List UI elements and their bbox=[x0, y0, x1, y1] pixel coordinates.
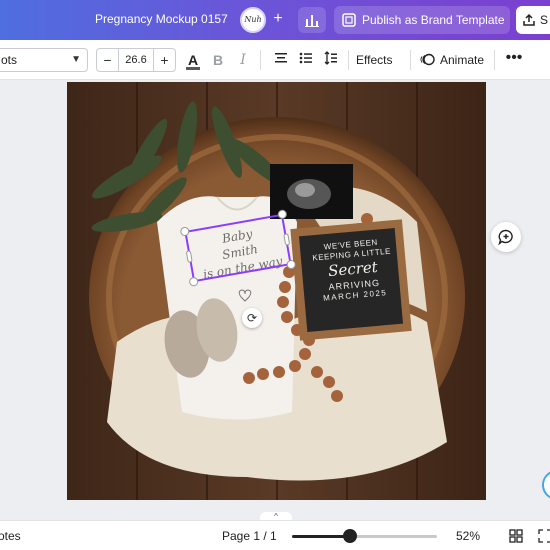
publish-label: Publish as Brand Template bbox=[362, 13, 505, 27]
font-size-stepper: − 26.6 + bbox=[96, 48, 176, 72]
italic-button[interactable]: I bbox=[235, 49, 251, 71]
font-family-dropdown[interactable]: ots ▼ bbox=[0, 48, 88, 72]
align-center-button[interactable] bbox=[272, 49, 290, 71]
comment-plus-icon bbox=[498, 229, 513, 245]
align-center-icon bbox=[275, 53, 287, 63]
top-header-bar: Pregnancy Mockup 0157 Nuh + Publish as B… bbox=[0, 0, 550, 40]
more-options-button[interactable]: ••• bbox=[503, 49, 525, 71]
zoom-slider-fill bbox=[292, 535, 350, 538]
share-label: S bbox=[540, 13, 549, 27]
fullscreen-icon[interactable] bbox=[538, 529, 550, 543]
page-indicator[interactable]: Page 1 / 1 bbox=[222, 529, 277, 543]
font-size-decrease-button[interactable]: − bbox=[97, 49, 119, 71]
animate-icon bbox=[420, 53, 435, 66]
notes-button[interactable]: otes bbox=[0, 529, 21, 543]
bottom-bar: otes Page 1 / 1 52% bbox=[0, 520, 550, 550]
resize-handle-left[interactable] bbox=[185, 250, 193, 263]
zoom-slider[interactable] bbox=[292, 529, 437, 543]
add-comment-button[interactable] bbox=[491, 222, 521, 252]
bar-chart-icon bbox=[305, 15, 319, 27]
animate-button[interactable]: Animate bbox=[420, 49, 484, 71]
font-size-input[interactable]: 26.6 bbox=[119, 49, 153, 71]
add-collaborator-button[interactable]: + bbox=[268, 9, 288, 29]
design-canvas[interactable] bbox=[67, 82, 486, 500]
toolbar-divider bbox=[494, 50, 495, 70]
text-color-swatch bbox=[186, 67, 200, 70]
bulleted-list-icon bbox=[299, 52, 312, 64]
font-family-value: ots bbox=[1, 53, 18, 67]
bold-button[interactable]: B bbox=[210, 49, 226, 71]
line-spacing-icon bbox=[324, 51, 337, 65]
grid-view-icon[interactable] bbox=[509, 529, 523, 543]
zoom-slider-thumb[interactable] bbox=[343, 529, 357, 543]
help-button[interactable] bbox=[542, 470, 550, 500]
chevron-down-icon: ▼ bbox=[71, 54, 81, 65]
effects-button[interactable]: Effects bbox=[356, 49, 392, 71]
text-toolbar: ots ▼ − 26.6 + A B I Effects Animate ••• bbox=[0, 40, 550, 80]
template-icon bbox=[342, 13, 356, 27]
avatar[interactable]: Nuh bbox=[240, 7, 266, 33]
rotate-handle[interactable]: ⟳ bbox=[242, 308, 262, 328]
spacing-button[interactable] bbox=[322, 49, 340, 71]
toolbar-divider bbox=[260, 50, 261, 70]
toolbar-divider bbox=[410, 50, 411, 70]
publish-brand-template-button[interactable]: Publish as Brand Template bbox=[334, 6, 510, 34]
letterboard-text: WE'VE BEEN KEEPING A LITTLE Secret ARRIV… bbox=[298, 235, 409, 304]
text-color-icon: A bbox=[187, 52, 199, 68]
font-size-increase-button[interactable]: + bbox=[153, 49, 175, 71]
design-photo bbox=[67, 82, 486, 500]
insights-button[interactable] bbox=[298, 7, 326, 33]
resize-handle-top-left[interactable] bbox=[179, 226, 191, 237]
list-button[interactable] bbox=[297, 49, 315, 71]
share-icon bbox=[523, 13, 535, 26]
document-title[interactable]: Pregnancy Mockup 0157 bbox=[95, 12, 228, 26]
toolbar-divider bbox=[348, 50, 349, 70]
animate-label: Animate bbox=[440, 53, 485, 67]
text-color-button[interactable]: A bbox=[184, 49, 202, 71]
zoom-value[interactable]: 52% bbox=[456, 529, 480, 543]
share-button[interactable]: S bbox=[516, 6, 550, 34]
